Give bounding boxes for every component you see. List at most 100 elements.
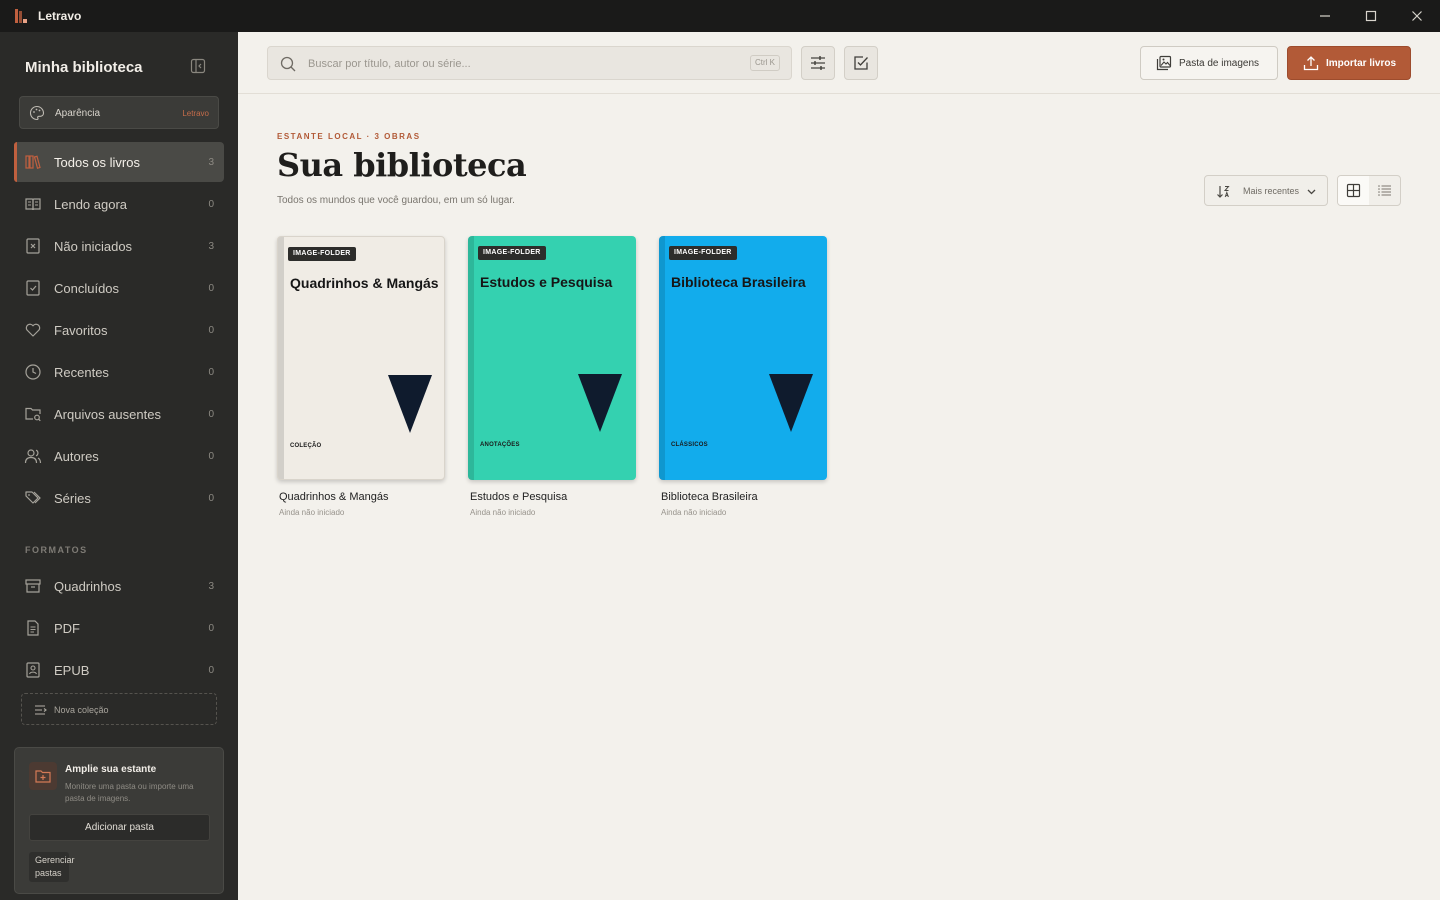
list-icon [1378,185,1391,196]
sidebar-item-count: 0 [208,199,214,210]
clock-icon [25,364,41,380]
tags-icon [25,491,41,504]
grid-view-button[interactable] [1338,176,1369,205]
maximize-button[interactable] [1348,0,1394,32]
images-icon [1156,55,1172,71]
shelf-eyebrow: ESTANTE LOCAL · 3 OBRAS [277,132,421,141]
heart-icon [25,323,41,337]
sidebar-item-count: 0 [208,409,214,420]
maximize-icon [1365,10,1377,22]
cover-tag: CLÁSSICOS [671,442,708,448]
sidebar-item-recentes[interactable]: Recentes 0 [14,352,224,392]
add-folder-button[interactable]: Adicionar pasta [29,814,210,841]
image-folder-button[interactable]: Pasta de imagens [1140,46,1278,80]
sidebar-item-count: 3 [208,157,214,168]
source-badge: IMAGE-FOLDER [478,246,546,260]
sidebar-item-count: 0 [208,493,214,504]
book-spine [659,236,665,480]
import-books-button[interactable]: Importar livros [1287,46,1411,80]
sidebar-item-quadrinhos[interactable]: Quadrinhos 3 [14,566,224,606]
sidebar-item-count: 0 [208,623,214,634]
search-input[interactable] [308,55,708,73]
app-logo-icon [15,9,27,23]
cover-triangle-icon [388,375,432,433]
minimize-icon [1320,15,1330,17]
sidebar-item-count: 0 [208,367,214,378]
sidebar-item-arquivos-ausentes[interactable]: Arquivos ausentes 0 [14,394,224,434]
book-image-icon [26,662,40,678]
filters-button[interactable] [801,46,835,80]
sidebar-item-todos-os-livros[interactable]: Todos os livros 3 [14,142,224,182]
sidebar-item-autores[interactable]: Autores 0 [14,436,224,476]
books-icon [25,155,41,169]
sidebar-item-label: Todos os livros [54,155,140,170]
book-card[interactable]: IMAGE-FOLDER Biblioteca Brasileira CLÁSS… [659,236,827,517]
cover-tag: ANOTAÇÕES [480,442,520,448]
sidebar-item-label: Autores [54,449,99,464]
cover-title: Quadrinhos & Mangás [290,275,439,291]
app-title: Letravo [38,9,82,23]
list-view-button[interactable] [1369,176,1400,205]
search-icon [280,56,296,72]
archive-icon [25,579,41,593]
book-status: Ainda não iniciado [279,508,345,517]
expand-shelf-card: Amplie sua estante Monitore uma pasta ou… [14,747,224,894]
search-box[interactable]: Ctrl K [267,46,792,80]
book-open-icon [25,198,41,211]
top-toolbar: Ctrl K Pasta de imagens Import [238,32,1440,94]
page-title: Sua biblioteca [277,146,527,184]
sort-label: Mais recentes [1243,186,1300,196]
book-cover[interactable]: IMAGE-FOLDER Biblioteca Brasileira CLÁSS… [659,236,827,480]
checkbox-icon [854,56,868,70]
sidebar-item-label: Favoritos [54,323,108,338]
book-x-icon [26,238,40,254]
sidebar-item-concluidos[interactable]: Concluídos 0 [14,268,224,308]
sidebar-item-lendo-agora[interactable]: Lendo agora 0 [14,184,224,224]
sidebar-item-count: 0 [208,325,214,336]
sort-dropdown[interactable]: Mais recentes [1204,175,1328,206]
search-shortcut-hint: Ctrl K [750,55,780,71]
sidebar-item-label: Concluídos [54,281,120,296]
cover-triangle-icon [578,374,622,432]
sidebar-item-series[interactable]: Séries 0 [14,478,224,518]
sidebar-item-label: Séries [54,491,91,506]
sidebar-item-count: 0 [208,451,214,462]
new-collection-label: Nova coleção [54,705,109,715]
sidebar-item-count: 0 [208,283,214,294]
import-books-label: Importar livros [1326,58,1397,69]
sidebar-item-label: PDF [54,621,80,636]
book-title: Biblioteca Brasileira [661,491,758,503]
new-collection-button[interactable]: Nova coleção [21,693,217,725]
sidebar-item-count: 3 [208,241,214,252]
manage-folders-button[interactable]: Gerenciar pastas [29,852,75,882]
sidebar-collapse-icon[interactable] [190,58,206,74]
sidebar-title: Minha biblioteca [25,59,143,76]
title-bar: Letravo [0,0,1440,32]
promo-description: Monitore uma pasta ou importe uma pasta … [65,782,194,803]
book-title: Quadrinhos & Mangás [279,491,389,503]
book-status: Ainda não iniciado [470,508,536,517]
sidebar-item-favoritos[interactable]: Favoritos 0 [14,310,224,350]
book-cover[interactable]: IMAGE-FOLDER Estudos e Pesquisa ANOTAÇÕE… [468,236,636,480]
book-spine [468,236,474,480]
minimize-button[interactable] [1302,0,1348,32]
sidebar-item-pdf[interactable]: PDF 0 [14,608,224,648]
sidebar-item-epub[interactable]: EPUB 0 [14,650,224,690]
sort-icon [1217,186,1230,198]
appearance-button[interactable]: Aparência Letravo [19,96,219,129]
book-status: Ainda não iniciado [661,508,727,517]
promo-title: Amplie sua estante [65,764,157,775]
book-card[interactable]: IMAGE-FOLDER Estudos e Pesquisa ANOTAÇÕE… [468,236,636,517]
book-cover[interactable]: IMAGE-FOLDER Quadrinhos & Mangás COLEÇÃO [277,236,445,480]
sidebar-item-label: Quadrinhos [54,579,122,594]
book-card[interactable]: IMAGE-FOLDER Quadrinhos & Mangás COLEÇÃO… [277,236,445,517]
sidebar-item-label: Lendo agora [54,197,128,212]
cover-triangle-icon [769,374,813,432]
select-mode-button[interactable] [844,46,878,80]
sidebar-item-count: 3 [208,581,214,592]
sidebar-item-label: EPUB [54,663,90,678]
close-button[interactable] [1394,0,1440,32]
grid-icon [1346,183,1361,198]
close-icon [1412,11,1422,21]
sidebar-item-nao-iniciados[interactable]: Não iniciados 3 [14,226,224,266]
